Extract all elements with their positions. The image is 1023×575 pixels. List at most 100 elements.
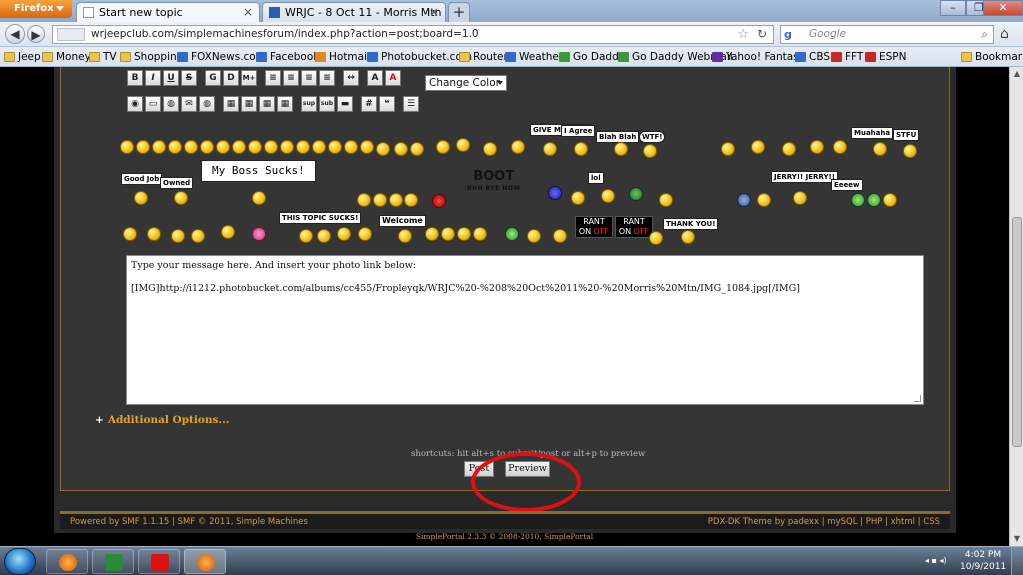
smiley-icon[interactable]	[360, 140, 374, 154]
smiley-icon[interactable]	[548, 186, 562, 200]
shadow-button[interactable]: D	[223, 70, 239, 86]
align-center-button[interactable]: ≡	[301, 70, 317, 86]
table-button[interactable]: ▦	[223, 96, 239, 112]
smiley-icon[interactable]	[280, 140, 294, 154]
new-tab-button[interactable]: +	[448, 2, 470, 22]
smiley-icon[interactable]	[833, 140, 847, 154]
align-right-button[interactable]: ≡	[319, 70, 335, 86]
smiley-icon[interactable]	[505, 227, 519, 241]
resize-grip-icon[interactable]	[914, 395, 921, 402]
smiley-icon[interactable]	[436, 140, 450, 154]
smiley-icon[interactable]	[152, 140, 166, 154]
smiley-icon[interactable]	[357, 193, 371, 207]
strike-button[interactable]: S	[181, 70, 197, 86]
font-face-button[interactable]: A	[385, 70, 401, 86]
page-scrollbar[interactable]: ▲ ▼	[1009, 67, 1023, 546]
smiley-icon[interactable]	[659, 193, 673, 207]
rant-on-off-sign[interactable]: RANT ON OFF	[615, 216, 653, 238]
bookmark-tv[interactable]: TV	[89, 51, 117, 63]
bookmark-facebook[interactable]: Facebook	[256, 51, 319, 63]
bookmark-star-icon[interactable]: ☆	[737, 27, 749, 42]
smiley-icon[interactable]	[123, 227, 137, 241]
smiley-icon[interactable]	[221, 225, 235, 239]
muahaha-sign[interactable]: Muahaha	[851, 127, 894, 139]
marquee-button[interactable]: M+	[241, 70, 257, 86]
google-icon[interactable]: g	[784, 28, 798, 41]
smiley-icon[interactable]	[358, 227, 372, 241]
tab-wrjc-photos[interactable]: WRJC - 8 Oct 11 - Morris Mtn picture... …	[262, 2, 446, 22]
scroll-up-icon[interactable]: ▲	[1012, 69, 1022, 79]
bookmark-foxnews[interactable]: FOXNews.com	[177, 51, 266, 63]
smiley-icon[interactable]	[883, 193, 897, 207]
bookmark-godaddy[interactable]: Go Daddy	[559, 51, 625, 63]
ftp-button[interactable]: ◍	[199, 96, 215, 112]
smiley-icon[interactable]	[737, 193, 751, 207]
close-window-button[interactable]: ✕	[983, 0, 1023, 16]
lol-sign[interactable]: lol	[588, 172, 604, 184]
smiley-icon[interactable]	[394, 142, 408, 156]
smiley-icon[interactable]	[264, 140, 278, 154]
site-identity-icon[interactable]	[57, 28, 85, 41]
taskbar-firefox-active[interactable]	[184, 549, 226, 574]
good-job-sign[interactable]: Good Job	[121, 173, 163, 185]
bookmark-espn[interactable]: ESPN	[865, 51, 907, 63]
url-bar[interactable]: wrjeepclub.com/simplemachinesforum/index…	[52, 25, 774, 44]
minimize-button[interactable]: –	[940, 0, 966, 16]
search-icon[interactable]: ⌕	[981, 27, 988, 42]
close-tab-icon[interactable]: ×	[243, 5, 253, 19]
smiley-icon[interactable]	[232, 140, 246, 154]
smiley-icon[interactable]	[174, 191, 188, 205]
smiley-icon[interactable]	[312, 140, 326, 154]
table-cell-button[interactable]: ▦	[277, 96, 293, 112]
smiley-icon[interactable]	[810, 140, 824, 154]
start-button[interactable]	[4, 548, 36, 575]
underline-button[interactable]: U	[163, 70, 179, 86]
bookmark-yahoo-fantasy[interactable]: Yahoo! Fantasy	[712, 51, 805, 63]
smiley-icon[interactable]	[252, 227, 266, 241]
smiley-icon[interactable]	[571, 191, 585, 205]
bookmark-router[interactable]: Router	[459, 51, 508, 63]
reload-icon[interactable]: ↻	[757, 27, 767, 41]
smiley-icon[interactable]	[248, 140, 262, 154]
scroll-down-icon[interactable]: ▼	[1012, 534, 1022, 544]
glow-button[interactable]: G	[205, 70, 221, 86]
smiley-icon[interactable]	[643, 144, 657, 158]
jerry-sign[interactable]: JERRY!! JERRY!!	[771, 171, 838, 183]
smiley-icon[interactable]	[216, 140, 230, 154]
smiley-icon[interactable]	[851, 193, 865, 207]
taskbar-paint[interactable]	[138, 549, 180, 574]
quote-button[interactable]: ❝	[379, 96, 395, 112]
message-textarea[interactable]: Type your message here. And insert your …	[126, 255, 924, 405]
code-button[interactable]: #	[361, 96, 377, 112]
smiley-icon[interactable]	[410, 142, 424, 156]
flash-button[interactable]: ◉	[127, 96, 143, 112]
forward-button[interactable]: ▶	[27, 25, 45, 43]
list-button[interactable]: ☰	[403, 96, 419, 112]
smiley-icon[interactable]	[553, 229, 567, 243]
smiley-icon[interactable]	[376, 142, 390, 156]
smiley-icon[interactable]	[389, 193, 403, 207]
system-clock[interactable]: 4:02 PM 10/9/2011	[960, 549, 1006, 573]
smiley-icon[interactable]	[425, 227, 439, 241]
subscript-button[interactable]: sub	[319, 96, 335, 112]
smiley-icon[interactable]	[373, 193, 387, 207]
smiley-icon[interactable]	[483, 142, 497, 156]
smiley-icon[interactable]	[782, 142, 796, 156]
smiley-icon[interactable]	[456, 138, 470, 152]
teletype-button[interactable]: ▬	[337, 96, 353, 112]
scrollbar-thumb[interactable]	[1012, 217, 1022, 447]
bookmark-shopping[interactable]: Shopping	[120, 51, 183, 63]
wtf-sign[interactable]: WTF!	[639, 131, 666, 143]
smiley-icon[interactable]	[171, 229, 185, 243]
powered-by-text[interactable]: Powered by SMF 1.1.15 | SMF © 2011, Simp…	[70, 517, 308, 527]
rant-on-off-sign[interactable]: RANT ON OFF	[575, 216, 613, 238]
taskbar-excel[interactable]	[92, 549, 134, 574]
smiley-icon[interactable]	[120, 140, 134, 154]
smiley-icon[interactable]	[441, 227, 455, 241]
simpleportal-credit[interactable]: SimplePortal 2.3.3 © 2008-2010, SimplePo…	[0, 532, 1009, 541]
smiley-icon[interactable]	[337, 227, 351, 241]
blah-blah-sign[interactable]: Blah Blah	[596, 131, 640, 143]
smiley-icon[interactable]	[873, 142, 887, 156]
bookmark-jeep[interactable]: Jeep	[4, 51, 41, 63]
stfu-sign[interactable]: STFU	[893, 129, 920, 141]
